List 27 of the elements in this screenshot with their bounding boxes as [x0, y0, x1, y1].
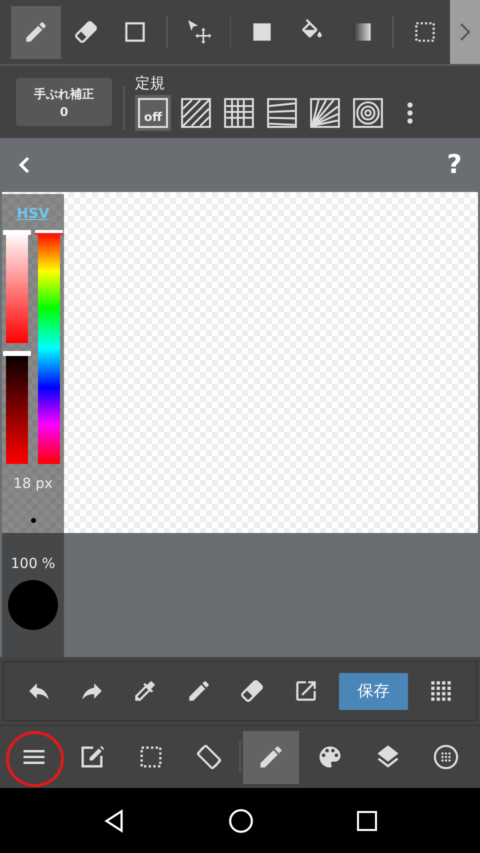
- hue-slider[interactable]: [38, 232, 60, 464]
- pen-tool[interactable]: [11, 6, 61, 58]
- home-icon[interactable]: [228, 808, 254, 834]
- move-icon: [186, 19, 212, 45]
- dot-grid-icon: [432, 743, 460, 771]
- opacity-value: 100 %: [10, 556, 56, 572]
- color-swatch[interactable]: [8, 580, 58, 630]
- drawing-canvas[interactable]: [2, 192, 478, 533]
- pen-button[interactable]: [243, 730, 300, 784]
- save-button[interactable]: 保存: [338, 672, 408, 710]
- recents-icon[interactable]: [355, 808, 380, 832]
- more-icon[interactable]: [407, 100, 413, 124]
- brush-size: 18 px: [13, 476, 53, 492]
- help-button[interactable]: ?: [446, 150, 462, 180]
- eraser-icon: [72, 19, 98, 45]
- brush-preview-dot: [30, 518, 36, 523]
- ruler-label: 定規: [135, 74, 166, 92]
- scroll-right-button[interactable]: [450, 0, 480, 64]
- slider-thumb[interactable]: [35, 230, 63, 235]
- brightness-slider[interactable]: [6, 353, 28, 464]
- rotate-icon: [194, 743, 223, 771]
- ruler-off-button[interactable]: off: [135, 94, 171, 130]
- slider-thumb[interactable]: [3, 230, 31, 235]
- stabilizer-button[interactable]: 手ぶれ補正 0: [16, 78, 112, 126]
- saturation-slider[interactable]: [6, 232, 28, 343]
- slider-thumb[interactable]: [3, 351, 31, 356]
- back-button[interactable]: [18, 155, 30, 175]
